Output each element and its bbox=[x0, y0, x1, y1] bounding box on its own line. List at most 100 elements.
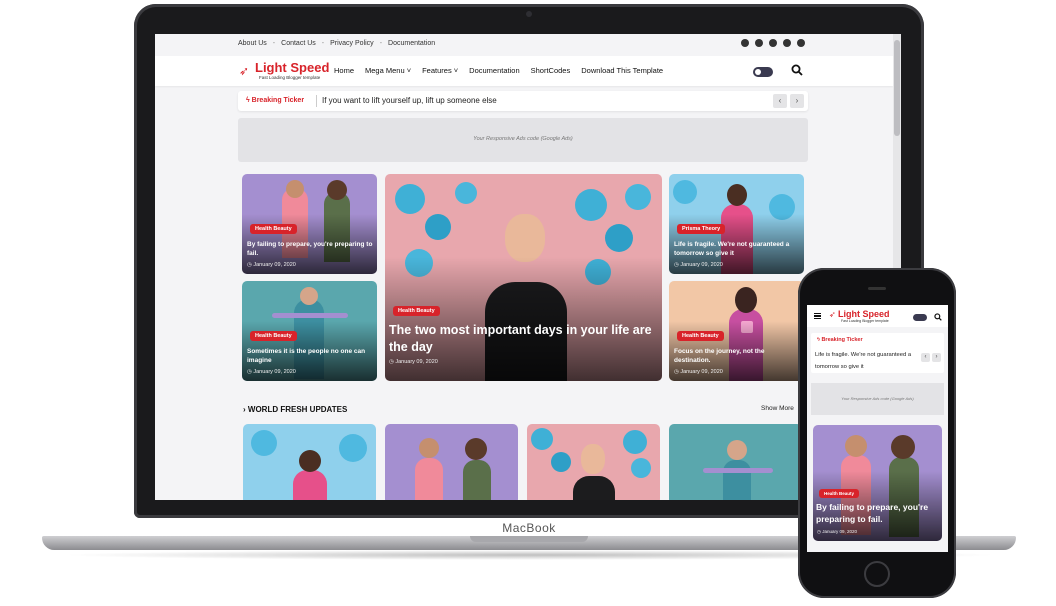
post-date-text: January 09, 2020 bbox=[395, 359, 438, 365]
nav-download[interactable]: Download This Template bbox=[581, 66, 663, 75]
balloon-image bbox=[531, 428, 553, 450]
phone-speaker bbox=[868, 287, 886, 290]
search-icon[interactable] bbox=[934, 313, 942, 321]
person-image bbox=[723, 460, 751, 500]
ticker-prev-button[interactable]: ‹ bbox=[921, 353, 930, 362]
post-thumbnail[interactable] bbox=[385, 424, 518, 500]
post-title[interactable]: Life is fragile. We're not guaranteed a … bbox=[674, 240, 802, 258]
category-badge[interactable]: Health Beauty bbox=[250, 331, 297, 341]
phone-home-button[interactable] bbox=[864, 561, 890, 587]
category-badge[interactable]: Prisma Theory bbox=[677, 224, 726, 234]
post-thumbnail[interactable] bbox=[243, 424, 376, 500]
person-head bbox=[465, 438, 487, 460]
post-date: ◷ January 09, 2020 bbox=[389, 359, 438, 365]
phone-header: ➶ Light Speed Fast Loading Blogger templ… bbox=[807, 305, 948, 327]
person-head bbox=[286, 180, 304, 198]
post-thumbnail[interactable] bbox=[527, 424, 660, 500]
balloon-image bbox=[673, 180, 697, 204]
post-card[interactable]: Health Beauty By failing to prepare, you… bbox=[813, 425, 942, 541]
post-card[interactable]: Health Beauty By failing to prepare, you… bbox=[242, 174, 377, 274]
post-date: ◷ January 09, 2020 bbox=[817, 529, 857, 535]
person-image bbox=[415, 458, 443, 500]
nav-mega-menu[interactable]: Mega Menu ˅ bbox=[365, 66, 411, 75]
post-date-text: January 09, 2020 bbox=[253, 369, 296, 375]
section-title-text: WORLD FRESH UPDATES bbox=[247, 405, 348, 414]
chevron-down-icon: ˅ bbox=[451, 66, 459, 75]
post-card[interactable]: Prisma Theory Life is fragile. We're not… bbox=[669, 174, 804, 274]
post-thumbnail[interactable] bbox=[669, 424, 802, 500]
nav-home[interactable]: Home bbox=[334, 66, 354, 75]
top-links: About Us - Contact Us - Privacy Policy -… bbox=[238, 40, 435, 47]
balloon-image bbox=[395, 184, 425, 214]
post-card[interactable]: Health Beauty Sometimes it is the people… bbox=[242, 281, 377, 381]
post-title[interactable]: Focus on the journey, not the destinatio… bbox=[674, 347, 802, 365]
balloon-image bbox=[625, 184, 651, 210]
post-title[interactable]: By failing to prepare, you're preparing … bbox=[816, 501, 942, 525]
person-head bbox=[300, 287, 318, 305]
divider bbox=[316, 95, 317, 107]
telegram-icon[interactable] bbox=[769, 39, 777, 47]
twitter-icon[interactable] bbox=[783, 39, 791, 47]
ticker-text[interactable]: Life is fragile. We're not guaranteed a … bbox=[815, 349, 919, 373]
post-date-text: January 09, 2020 bbox=[253, 262, 296, 268]
band-image bbox=[703, 468, 773, 473]
ticker-next-button[interactable]: › bbox=[932, 353, 941, 362]
site-header: ➶ Light Speed Fast Loading Blogger templ… bbox=[155, 56, 893, 86]
ad-slot: Your Responsive Ads code (Google Ads) bbox=[811, 383, 944, 415]
nav-shortcodes[interactable]: ShortCodes bbox=[531, 66, 571, 75]
category-badge[interactable]: Health Beauty bbox=[677, 331, 724, 341]
post-title[interactable]: Sometimes it is the people no one can im… bbox=[247, 347, 375, 365]
post-card[interactable]: Health Beauty Focus on the journey, not … bbox=[669, 281, 804, 381]
person-image bbox=[463, 460, 491, 500]
logo-tagline: Fast Loading Blogger template bbox=[841, 319, 889, 323]
logo-name: Light Speed bbox=[255, 60, 330, 75]
balloon-image bbox=[455, 182, 477, 204]
show-more-link[interactable]: Show More bbox=[761, 405, 794, 412]
top-link-about[interactable]: About Us bbox=[238, 40, 267, 47]
category-badge[interactable]: Health Beauty bbox=[393, 306, 440, 316]
menu-icon[interactable] bbox=[814, 313, 821, 319]
balloon-image bbox=[425, 214, 451, 240]
category-badge[interactable]: Health Beauty bbox=[250, 224, 297, 234]
person-head bbox=[299, 450, 321, 472]
top-link-privacy[interactable]: Privacy Policy bbox=[330, 40, 374, 47]
balloon-image bbox=[551, 452, 571, 472]
post-date: ◷ January 09, 2020 bbox=[247, 369, 296, 375]
person-head bbox=[727, 440, 747, 460]
post-title[interactable]: By failing to prepare, you're preparing … bbox=[247, 240, 375, 258]
nav-mega-menu-label: Mega Menu bbox=[365, 66, 405, 75]
scrollbar-thumb[interactable] bbox=[894, 40, 900, 136]
laptop-brand: MacBook bbox=[502, 521, 556, 535]
balloon-image bbox=[631, 458, 651, 478]
balloon-image bbox=[251, 430, 277, 456]
ticker-prev-button[interactable]: ‹ bbox=[773, 94, 787, 108]
post-date: ◷ January 09, 2020 bbox=[674, 369, 723, 375]
logo-tagline: Fast Loading Blogger template bbox=[259, 75, 321, 80]
balloon-image bbox=[575, 189, 607, 221]
top-link-documentation[interactable]: Documentation bbox=[388, 40, 435, 47]
logo-name: Light Speed bbox=[838, 309, 890, 319]
ticker-next-button[interactable]: › bbox=[790, 94, 804, 108]
whatsapp-icon[interactable] bbox=[755, 39, 763, 47]
search-icon[interactable] bbox=[791, 64, 803, 76]
featured-post-card[interactable]: Health Beauty The two most important day… bbox=[385, 174, 662, 381]
dark-mode-toggle[interactable] bbox=[753, 67, 773, 77]
post-title[interactable]: The two most important days in your life… bbox=[389, 322, 659, 356]
top-link-contact[interactable]: Contact Us bbox=[281, 40, 316, 47]
ad-text: Your Responsive Ads code (Google Ads) bbox=[473, 136, 573, 142]
nav-documentation[interactable]: Documentation bbox=[469, 66, 519, 75]
post-date-text: January 09, 2020 bbox=[822, 529, 857, 534]
person-head bbox=[891, 435, 915, 459]
category-badge[interactable]: Health Beauty bbox=[819, 489, 860, 498]
laptop-notch bbox=[470, 536, 588, 542]
facebook-icon[interactable] bbox=[741, 39, 749, 47]
dark-mode-toggle[interactable] bbox=[913, 314, 927, 321]
separator: - bbox=[379, 40, 383, 47]
person-head bbox=[735, 287, 757, 313]
instagram-icon[interactable] bbox=[797, 39, 805, 47]
ticker-text[interactable]: If you want to lift yourself up, lift up… bbox=[322, 96, 497, 105]
ad-slot: Your Responsive Ads code (Google Ads) bbox=[238, 118, 808, 162]
nav-features[interactable]: Features ˅ bbox=[422, 66, 458, 75]
breaking-ticker: ϟ Breaking Ticker If you want to lift yo… bbox=[238, 91, 808, 111]
phone-screen: ➶ Light Speed Fast Loading Blogger templ… bbox=[807, 305, 948, 552]
